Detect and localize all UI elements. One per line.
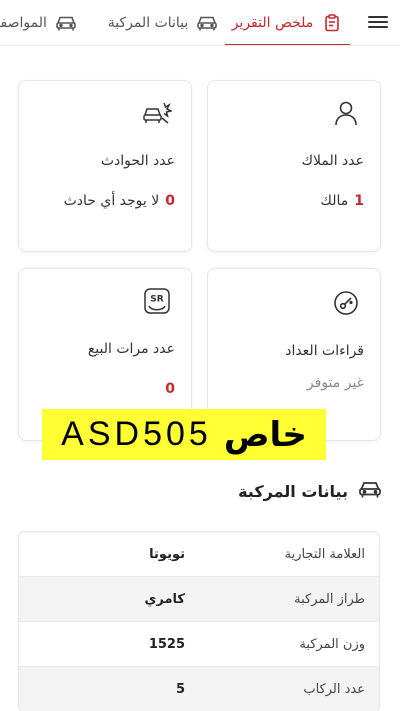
owners-card: عدد الملاك 1 مالك (207, 80, 381, 252)
sr-badge-text: SR (150, 295, 163, 305)
accidents-text: لا يوجد أي حادث (63, 193, 160, 209)
table-row: عدد الركاب 5 (19, 667, 379, 711)
tab-vehicle-data[interactable]: بيانات المركبة (107, 0, 218, 45)
tab-label: بيانات المركبة (107, 15, 189, 31)
clipboard-icon (321, 12, 343, 34)
tab-report-summary[interactable]: ملخص التقرير (225, 0, 350, 45)
tab-label: المواصفات (0, 15, 47, 31)
car-icon (358, 479, 382, 503)
owners-label: عدد الملاك (301, 153, 364, 169)
owners-count: 1 (354, 193, 364, 209)
row-key: طراز المركبة (294, 591, 365, 607)
accidents-card: عدد الحوادث 0 لا يوجد أي حادث (18, 80, 192, 252)
plate-stamp-banner: ASD505 خاص (42, 409, 326, 460)
sales-value: 0 (165, 381, 175, 397)
gauge-icon (328, 285, 364, 321)
sales-label: عدد مرات البيع (87, 341, 175, 357)
accidents-value: 0 لا يوجد أي حادث (64, 193, 175, 209)
user-icon (328, 95, 364, 131)
car-crash-icon (139, 95, 175, 131)
accidents-count: 0 (165, 193, 175, 209)
table-row: طراز المركبة كامري (19, 577, 379, 622)
car-icon (196, 12, 218, 34)
row-value: تويوتا (149, 546, 185, 562)
hamburger-menu-icon[interactable] (368, 13, 388, 31)
tab-specifications[interactable]: المواصفات (0, 0, 90, 45)
table-row: العلامة التجارية تويوتا (19, 532, 379, 577)
tab-label: ملخص التقرير (231, 15, 314, 31)
odometer-label: قراءات العداد (285, 343, 364, 359)
top-tab-bar: ملخص التقرير بيانات المركبة المواصف (0, 0, 400, 46)
vehicle-data-table: العلامة التجارية تويوتا طراز المركبة كام… (18, 531, 380, 711)
sales-count: 0 (165, 381, 175, 397)
sr-badge-icon: SR (139, 283, 175, 319)
table-row: وزن المركبة 1525 (19, 622, 379, 667)
row-value: كامري (144, 591, 186, 607)
section-title: بيانات المركبة (238, 481, 348, 501)
owners-text: مالك (320, 193, 349, 209)
row-value: 1525 (148, 636, 185, 652)
row-key: وزن المركبة (299, 636, 365, 652)
accidents-label: عدد الحوادث (100, 153, 175, 169)
row-value: 5 (175, 681, 185, 697)
row-key: عدد الركاب (303, 681, 365, 697)
owners-value: 1 مالك (320, 193, 364, 209)
stamp-arabic-text: خاص (223, 414, 307, 455)
vehicle-data-heading: بيانات المركبة (238, 474, 382, 508)
car-icon (55, 12, 77, 34)
odometer-text: غير متوفر (306, 375, 364, 391)
row-key: العلامة التجارية (284, 546, 365, 562)
stamp-plate-text: ASD505 (61, 415, 212, 453)
odometer-value: غير متوفر (307, 375, 364, 391)
